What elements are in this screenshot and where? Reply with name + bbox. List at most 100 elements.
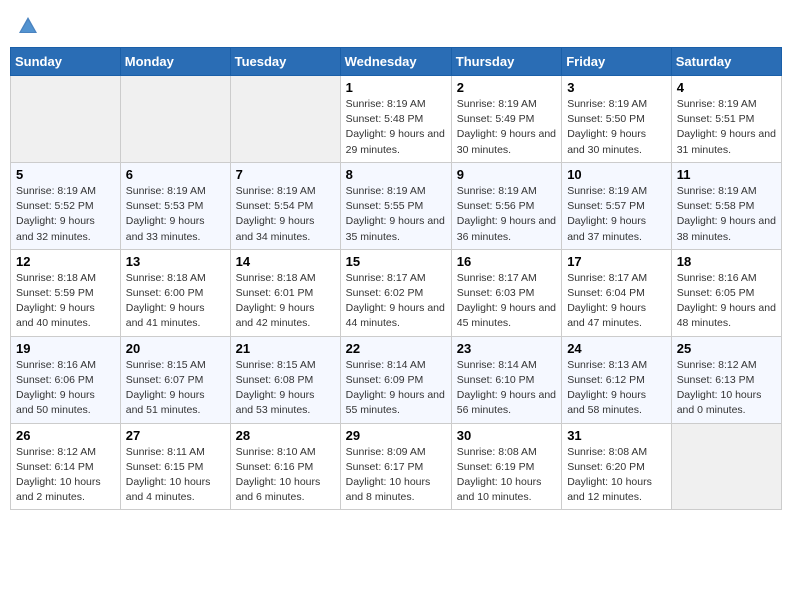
day-info: Sunrise: 8:16 AMSunset: 6:05 PMDaylight:… <box>677 271 776 332</box>
day-info: Sunrise: 8:10 AMSunset: 6:16 PMDaylight:… <box>236 445 335 506</box>
day-number: 17 <box>567 254 666 269</box>
day-number: 5 <box>16 167 115 182</box>
page-header <box>10 10 782 37</box>
day-number: 11 <box>677 167 776 182</box>
day-cell-6: 6 Sunrise: 8:19 AMSunset: 5:53 PMDaylight… <box>120 162 230 249</box>
week-row-4: 19 Sunrise: 8:16 AMSunset: 6:06 PMDayligh… <box>11 336 782 423</box>
day-info: Sunrise: 8:19 AMSunset: 5:56 PMDaylight:… <box>457 184 556 245</box>
day-cell-2: 2 Sunrise: 8:19 AMSunset: 5:49 PMDaylight… <box>451 76 561 163</box>
day-info: Sunrise: 8:19 AMSunset: 5:54 PMDaylight:… <box>236 184 335 245</box>
day-info: Sunrise: 8:17 AMSunset: 6:02 PMDaylight:… <box>346 271 446 332</box>
day-cell-empty <box>11 76 121 163</box>
day-info: Sunrise: 8:19 AMSunset: 5:51 PMDaylight:… <box>677 97 776 158</box>
day-number: 23 <box>457 341 556 356</box>
day-info: Sunrise: 8:19 AMSunset: 5:52 PMDaylight:… <box>16 184 115 245</box>
day-cell-10: 10 Sunrise: 8:19 AMSunset: 5:57 PMDayligh… <box>562 162 672 249</box>
day-info: Sunrise: 8:14 AMSunset: 6:10 PMDaylight:… <box>457 358 556 419</box>
day-info: Sunrise: 8:08 AMSunset: 6:19 PMDaylight:… <box>457 445 556 506</box>
day-number: 28 <box>236 428 335 443</box>
day-cell-20: 20 Sunrise: 8:15 AMSunset: 6:07 PMDayligh… <box>120 336 230 423</box>
day-number: 15 <box>346 254 446 269</box>
day-cell-5: 5 Sunrise: 8:19 AMSunset: 5:52 PMDaylight… <box>11 162 121 249</box>
day-info: Sunrise: 8:19 AMSunset: 5:58 PMDaylight:… <box>677 184 776 245</box>
day-number: 12 <box>16 254 115 269</box>
header-monday: Monday <box>120 48 230 76</box>
header-saturday: Saturday <box>671 48 781 76</box>
day-info: Sunrise: 8:19 AMSunset: 5:50 PMDaylight:… <box>567 97 666 158</box>
day-number: 30 <box>457 428 556 443</box>
day-info: Sunrise: 8:17 AMSunset: 6:04 PMDaylight:… <box>567 271 666 332</box>
day-info: Sunrise: 8:12 AMSunset: 6:13 PMDaylight:… <box>677 358 776 419</box>
day-info: Sunrise: 8:13 AMSunset: 6:12 PMDaylight:… <box>567 358 666 419</box>
day-info: Sunrise: 8:18 AMSunset: 6:01 PMDaylight:… <box>236 271 335 332</box>
header-wednesday: Wednesday <box>340 48 451 76</box>
day-number: 26 <box>16 428 115 443</box>
day-cell-26: 26Sunrise: 8:12 AMSunset: 6:14 PMDayligh… <box>11 423 121 510</box>
logo-icon <box>17 15 39 37</box>
header-friday: Friday <box>562 48 672 76</box>
day-number: 19 <box>16 341 115 356</box>
day-info: Sunrise: 8:14 AMSunset: 6:09 PMDaylight:… <box>346 358 446 419</box>
header-tuesday: Tuesday <box>230 48 340 76</box>
day-cell-24: 24 Sunrise: 8:13 AMSunset: 6:12 PMDayligh… <box>562 336 672 423</box>
day-cell-7: 7 Sunrise: 8:19 AMSunset: 5:54 PMDaylight… <box>230 162 340 249</box>
day-cell-15: 15 Sunrise: 8:17 AMSunset: 6:02 PMDayligh… <box>340 249 451 336</box>
day-info: Sunrise: 8:18 AMSunset: 6:00 PMDaylight:… <box>126 271 225 332</box>
day-number: 27 <box>126 428 225 443</box>
day-number: 25 <box>677 341 776 356</box>
day-info: Sunrise: 8:19 AMSunset: 5:49 PMDaylight:… <box>457 97 556 158</box>
day-cell-23: 23 Sunrise: 8:14 AMSunset: 6:10 PMDayligh… <box>451 336 561 423</box>
day-info: Sunrise: 8:16 AMSunset: 6:06 PMDaylight:… <box>16 358 115 419</box>
day-cell-12: 12 Sunrise: 8:18 AMSunset: 5:59 PMDayligh… <box>11 249 121 336</box>
header-sunday: Sunday <box>11 48 121 76</box>
day-number: 20 <box>126 341 225 356</box>
week-row-3: 12 Sunrise: 8:18 AMSunset: 5:59 PMDayligh… <box>11 249 782 336</box>
day-info: Sunrise: 8:17 AMSunset: 6:03 PMDaylight:… <box>457 271 556 332</box>
day-info: Sunrise: 8:11 AMSunset: 6:15 PMDaylight:… <box>126 445 225 506</box>
day-number: 13 <box>126 254 225 269</box>
day-number: 8 <box>346 167 446 182</box>
day-number: 24 <box>567 341 666 356</box>
day-cell-8: 8 Sunrise: 8:19 AMSunset: 5:55 PMDaylight… <box>340 162 451 249</box>
day-info: Sunrise: 8:18 AMSunset: 5:59 PMDaylight:… <box>16 271 115 332</box>
day-cell-empty <box>671 423 781 510</box>
day-cell-4: 4 Sunrise: 8:19 AMSunset: 5:51 PMDaylight… <box>671 76 781 163</box>
week-row-1: 1Sunrise: 8:19 AMSunset: 5:48 PMDaylight… <box>11 76 782 163</box>
day-cell-25: 25 Sunrise: 8:12 AMSunset: 6:13 PMDayligh… <box>671 336 781 423</box>
day-info: Sunrise: 8:15 AMSunset: 6:08 PMDaylight:… <box>236 358 335 419</box>
day-number: 3 <box>567 80 666 95</box>
day-number: 4 <box>677 80 776 95</box>
day-info: Sunrise: 8:08 AMSunset: 6:20 PMDaylight:… <box>567 445 666 506</box>
day-cell-21: 21 Sunrise: 8:15 AMSunset: 6:08 PMDayligh… <box>230 336 340 423</box>
day-info: Sunrise: 8:19 AMSunset: 5:55 PMDaylight:… <box>346 184 446 245</box>
day-info: Sunrise: 8:19 AMSunset: 5:53 PMDaylight:… <box>126 184 225 245</box>
logo <box>15 15 39 37</box>
day-number: 7 <box>236 167 335 182</box>
day-number: 21 <box>236 341 335 356</box>
day-cell-28: 28 Sunrise: 8:10 AMSunset: 6:16 PMDayligh… <box>230 423 340 510</box>
day-info: Sunrise: 8:15 AMSunset: 6:07 PMDaylight:… <box>126 358 225 419</box>
day-number: 2 <box>457 80 556 95</box>
calendar-table: Sunday Monday Tuesday Wednesday Thursday… <box>10 47 782 510</box>
day-info: Sunrise: 8:19 AMSunset: 5:57 PMDaylight:… <box>567 184 666 245</box>
day-cell-3: 3 Sunrise: 8:19 AMSunset: 5:50 PMDaylight… <box>562 76 672 163</box>
day-cell-9: 9Sunrise: 8:19 AMSunset: 5:56 PMDaylight… <box>451 162 561 249</box>
day-number: 22 <box>346 341 446 356</box>
day-number: 10 <box>567 167 666 182</box>
day-info: Sunrise: 8:09 AMSunset: 6:17 PMDaylight:… <box>346 445 446 506</box>
day-cell-19: 19 Sunrise: 8:16 AMSunset: 6:06 PMDayligh… <box>11 336 121 423</box>
header-thursday: Thursday <box>451 48 561 76</box>
day-cell-1: 1Sunrise: 8:19 AMSunset: 5:48 PMDaylight… <box>340 76 451 163</box>
day-cell-11: 11 Sunrise: 8:19 AMSunset: 5:58 PMDayligh… <box>671 162 781 249</box>
day-cell-13: 13 Sunrise: 8:18 AMSunset: 6:00 PMDayligh… <box>120 249 230 336</box>
day-number: 29 <box>346 428 446 443</box>
day-number: 18 <box>677 254 776 269</box>
day-cell-17: 17 Sunrise: 8:17 AMSunset: 6:04 PMDayligh… <box>562 249 672 336</box>
day-number: 6 <box>126 167 225 182</box>
calendar-body: 1Sunrise: 8:19 AMSunset: 5:48 PMDaylight… <box>11 76 782 510</box>
day-info: Sunrise: 8:19 AMSunset: 5:48 PMDaylight:… <box>346 97 446 158</box>
day-cell-31: 31Sunrise: 8:08 AMSunset: 6:20 PMDayligh… <box>562 423 672 510</box>
day-cell-22: 22 Sunrise: 8:14 AMSunset: 6:09 PMDayligh… <box>340 336 451 423</box>
day-number: 16 <box>457 254 556 269</box>
week-row-2: 5 Sunrise: 8:19 AMSunset: 5:52 PMDaylight… <box>11 162 782 249</box>
